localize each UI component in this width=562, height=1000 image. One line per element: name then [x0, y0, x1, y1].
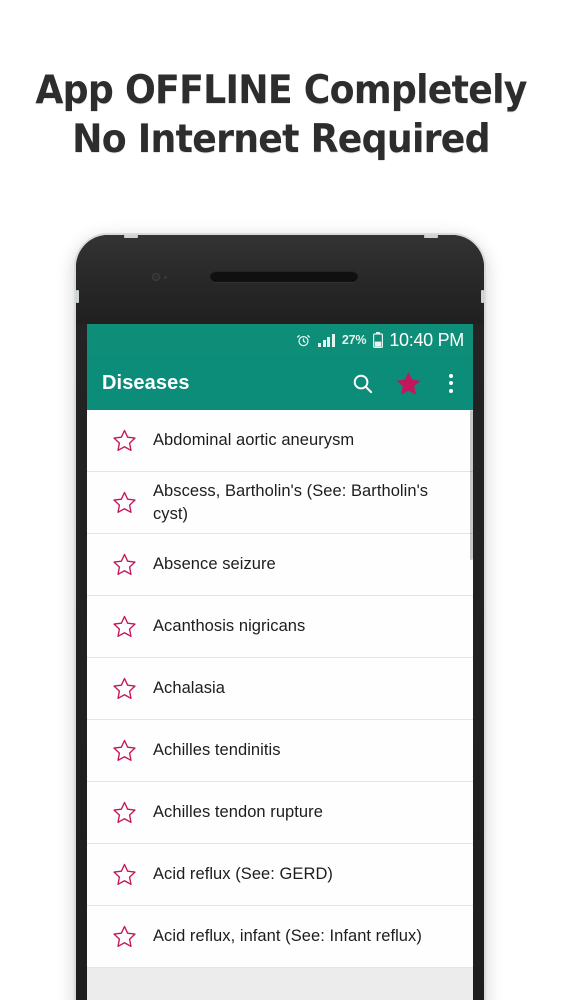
- list-item-label: Absence seizure: [153, 555, 276, 573]
- list-item[interactable]: Achilles tendon rupture: [87, 782, 473, 844]
- antenna-nub-top-right: [424, 235, 438, 238]
- battery-percent-label: 27%: [341, 333, 367, 347]
- app-bar: Diseases: [87, 356, 473, 410]
- list-item-label: Abdominal aortic aneurysm: [153, 431, 355, 449]
- star-outline-icon[interactable]: [103, 862, 145, 887]
- list-item[interactable]: Achilles tendinitis: [87, 720, 473, 782]
- status-bar-clock: 10:40 PM: [389, 329, 464, 350]
- overflow-menu-icon[interactable]: [443, 373, 459, 393]
- star-outline-icon[interactable]: [103, 738, 145, 763]
- list-item-label: Achilles tendon rupture: [153, 803, 323, 821]
- list-item[interactable]: Absence seizure: [87, 534, 473, 596]
- star-outline-icon[interactable]: [103, 614, 145, 639]
- phone-shell: 27% 10:40 PM Diseases Abdominal aortic a…: [76, 235, 484, 1000]
- promo-headline: App OFFLINE Completely No Internet Requi…: [20, 66, 543, 164]
- favorites-star-icon[interactable]: [395, 370, 422, 397]
- list-item[interactable]: Achalasia: [87, 658, 473, 720]
- headline-line-2: No Internet Required: [72, 117, 490, 162]
- antenna-nub-right: [481, 290, 484, 303]
- antenna-nub-left: [76, 290, 79, 303]
- earpiece-speaker-icon: [210, 271, 358, 282]
- page-title: Diseases: [102, 371, 190, 394]
- list-item[interactable]: Acid reflux, infant (See: Infant reflux): [87, 906, 473, 968]
- phone-screen: 27% 10:40 PM Diseases Abdominal aortic a…: [87, 324, 473, 1000]
- list-item-label: Achalasia: [153, 679, 225, 697]
- list-item[interactable]: Acid reflux (See: GERD): [87, 844, 473, 906]
- list-item-label: Acid reflux, infant (See: Infant reflux): [153, 927, 422, 945]
- star-outline-icon[interactable]: [103, 676, 145, 701]
- phone-top-bezel: [76, 235, 484, 324]
- star-outline-icon[interactable]: [103, 490, 145, 515]
- list-item[interactable]: Abdominal aortic aneurysm: [87, 410, 473, 472]
- disease-list[interactable]: Abdominal aortic aneurysm Abscess, Barth…: [87, 410, 473, 1000]
- star-outline-icon[interactable]: [103, 428, 145, 453]
- list-item[interactable]: Abscess, Bartholin's (See: Bartholin's c…: [87, 472, 473, 534]
- cellular-signal-icon: [318, 333, 335, 347]
- list-scrollbar[interactable]: [470, 410, 473, 560]
- list-item-label: Abscess, Bartholin's (See: Bartholin's c…: [153, 481, 429, 523]
- star-outline-icon[interactable]: [103, 924, 145, 949]
- headline-line-1: App OFFLINE Completely: [35, 68, 527, 113]
- phone-device-frame: 27% 10:40 PM Diseases Abdominal aortic a…: [74, 233, 486, 1000]
- antenna-nub-top-left: [124, 235, 138, 238]
- search-icon[interactable]: [351, 372, 374, 395]
- list-item-label: Acanthosis nigricans: [153, 617, 306, 635]
- list-item[interactable]: Acanthosis nigricans: [87, 596, 473, 658]
- star-outline-icon[interactable]: [103, 552, 145, 577]
- star-outline-icon[interactable]: [103, 800, 145, 825]
- battery-icon: [373, 332, 384, 348]
- front-camera-icon: [152, 273, 160, 281]
- alarm-clock-icon: [296, 333, 311, 348]
- list-item-label: Acid reflux (See: GERD): [153, 865, 333, 883]
- app-bar-actions: [351, 370, 459, 397]
- status-bar: 27% 10:40 PM: [87, 324, 473, 356]
- proximity-sensor-icon: [164, 276, 167, 279]
- list-item-label: Achilles tendinitis: [153, 741, 281, 759]
